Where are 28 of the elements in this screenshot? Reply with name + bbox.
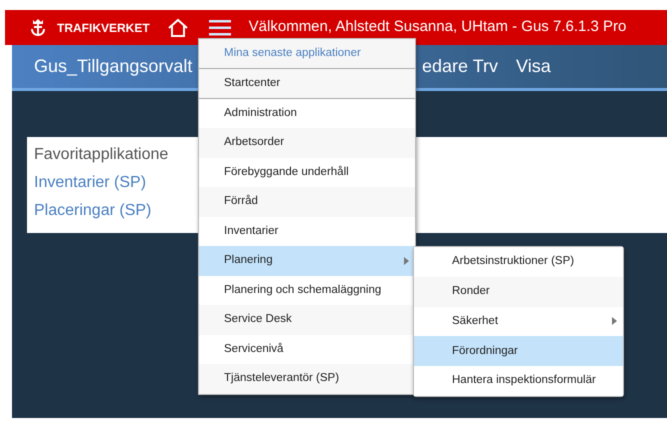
favorite-link[interactable]: Inventarier (SP) <box>34 171 146 195</box>
favorites-title: Favoritapplikatione <box>34 145 170 165</box>
menu-item[interactable]: Inventarier <box>199 216 415 246</box>
menu-item[interactable]: Planering <box>199 246 415 276</box>
menu-item[interactable]: Servicenivå <box>199 334 415 364</box>
menu-item[interactable]: Arbetsinstruktioner (SP) <box>414 247 623 277</box>
welcome-text: Välkommen, Ahlstedt Susanna, UHtam - Gus 7.6.1.3 Pro <box>248 17 626 38</box>
menu-item[interactable]: Ronder <box>414 276 623 307</box>
menu-item[interactable]: Hantera inspektionsformulär <box>414 366 623 396</box>
menu-item[interactable]: Förebyggande underhåll <box>199 158 415 187</box>
menu-icon[interactable] <box>208 18 231 36</box>
logo-text: TRAFIKVERKET <box>57 20 150 36</box>
menu-item[interactable]: Service Desk <box>199 305 415 334</box>
menu-item[interactable]: Säkerhet <box>414 306 623 336</box>
crown-anchor-icon <box>29 18 47 38</box>
home-icon[interactable] <box>166 18 189 38</box>
menu-item[interactable]: Förordningar <box>414 336 623 366</box>
menu-item[interactable]: Planering och schemaläggning <box>199 276 415 305</box>
menu-item[interactable]: Arbetsorder <box>199 128 415 158</box>
title-bar-text: edare Trv <box>422 55 498 78</box>
menu-header: Mina senaste applikationer <box>199 39 415 69</box>
menu-item[interactable]: Startcenter <box>199 69 415 98</box>
menu-item[interactable]: Förråd <box>199 187 415 216</box>
favorite-link[interactable]: Placeringar (SP) <box>34 199 152 223</box>
menu-item[interactable]: Administration <box>199 98 415 128</box>
menu-item[interactable]: Tjänsteleverantör (SP) <box>199 364 415 394</box>
title-bar-text: Visa <box>516 55 551 78</box>
title-bar-text: Gus_Tillgangsorvalt <box>34 55 192 78</box>
